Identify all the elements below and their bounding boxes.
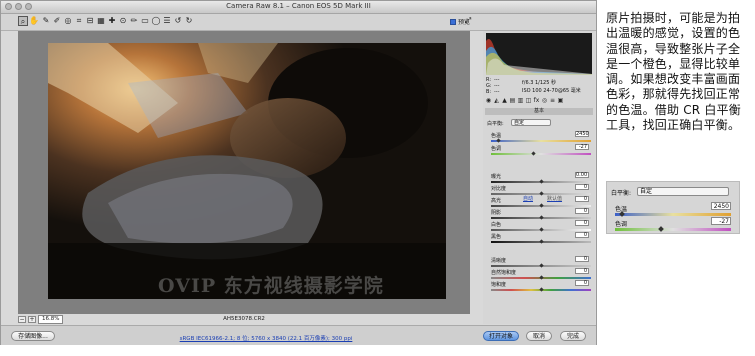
whites-label: 白色 [491,222,502,228]
inset-temperature-slider[interactable] [615,213,731,216]
checkbox-checked-icon [450,18,456,25]
saturation-label: 饱和度 [491,282,507,288]
exposure-field[interactable]: 0.00 [575,172,589,178]
highlights-label: 高光 [491,198,502,204]
basic-panel-icon[interactable]: ◉ [485,97,492,104]
clarity-field[interactable]: 0 [575,256,589,262]
watermark: OVIP 东方视线摄影学院 [158,275,384,297]
open-object-button[interactable]: 打开对象 [483,331,519,341]
temperature-slider[interactable] [491,140,591,142]
vibrance-label: 自然饱和度 [491,270,517,276]
white-balance-select[interactable]: 自定 [511,119,551,126]
rotate-right-icon[interactable]: ↻ [184,16,194,26]
contrast-label: 对比度 [491,186,507,192]
shadows-field[interactable]: 0 [575,208,589,214]
auto-link[interactable]: 自动 [523,195,533,202]
effects-icon[interactable]: fx [533,97,540,104]
color-sampler-icon[interactable]: ✐ [52,16,62,26]
hand-tool-icon[interactable]: ✋ [29,16,39,26]
detail-icon[interactable]: ▲ [501,97,508,104]
blacks-field[interactable]: 0 [575,232,589,238]
highlights-field[interactable]: 0 [575,196,589,202]
auto-default-links: 自动 默认值 [523,195,562,202]
rotate-left-icon[interactable]: ↺ [173,16,183,26]
tint-slider[interactable] [491,153,591,155]
crop-tool-icon[interactable]: ⌗ [74,16,84,26]
straighten-tool-icon[interactable]: ⊟ [85,16,95,26]
white-balance-inset: 白平衡: 自定 色温 2450 色调 -27 [606,181,740,234]
inset-white-balance-select[interactable]: 自定 [637,187,729,196]
adjustment-brush-icon[interactable]: ✏ [129,16,139,26]
default-link[interactable]: 默认值 [547,195,562,202]
inset-tint-field[interactable]: -27 [711,217,731,225]
workflow-options-link[interactable]: sRGB IEC61966-2.1; 8 位; 5760 x 3840 (22.… [151,334,381,342]
whites-field[interactable]: 0 [575,220,589,226]
inset-tint-label: 色调 [615,221,628,228]
histogram-graph [486,39,592,75]
aperture-shutter: f/6.3 1/125 秒 [522,80,556,86]
fullscreen-icon[interactable]: ⤢ [463,16,473,26]
save-image-button[interactable]: 存储图像... [11,331,55,341]
panel-tabs: ◉ ◭ ▲ ▤ ▥ ◫ fx ◎ ≡ ▣ [485,97,593,106]
bottom-bar: 存储图像... sRGB IEC61966-2.1; 8 位; 5760 x 3… [1,325,596,345]
iso-lens: ISO 100 24-70@65 毫米 [522,88,581,94]
done-button[interactable]: 完成 [560,331,586,341]
saturation-field[interactable]: 0 [575,280,589,286]
window-title: Camera Raw 8.1 – Canon EOS 5D Mark III [226,2,371,10]
transform-tool-icon[interactable]: ▦ [96,16,106,26]
temperature-label: 色温 [491,133,502,139]
right-panel: R: --- G: --- B: --- f/6.3 1/125 秒 ISO 1… [483,31,595,324]
clarity-label: 清晰度 [491,258,507,264]
exposure-label: 曝光 [491,174,502,180]
tint-label: 色调 [491,146,502,152]
radial-filter-icon[interactable]: ◯ [151,16,161,26]
target-adjust-icon[interactable]: ◎ [63,16,73,26]
lens-icon[interactable]: ◫ [525,97,532,104]
tint-field[interactable]: -27 [575,144,589,150]
inset-white-balance-label: 白平衡: [611,190,632,197]
article-text: 原片拍摄时，可能是为拍出温暖的感觉，设置的色温很高，导致整张片子全是一个橙色，显… [606,11,741,133]
snapshots-icon[interactable]: ▣ [557,97,564,104]
camera-calibration-icon[interactable]: ◎ [541,97,548,104]
basic-section-header: 基本 [485,108,593,115]
photo-preview: OVIP 东方视线摄影学院 [48,43,446,299]
shadows-label: 阴影 [491,210,502,216]
white-balance-label: 白平衡: [487,121,504,127]
rgb-label-b: B: [486,89,492,95]
spot-removal-icon[interactable]: ✚ [107,16,117,26]
filename: AH5E3078.CR2 [223,316,265,322]
red-eye-icon[interactable]: ⊙ [118,16,128,26]
split-toning-icon[interactable]: ▥ [517,97,524,104]
camera-raw-window: Camera Raw 8.1 – Canon EOS 5D Mark III ⌕… [0,0,597,345]
presets-icon[interactable]: ≡ [549,97,556,104]
graduated-filter-icon[interactable]: ▭ [140,16,150,26]
inset-tint-slider[interactable] [615,228,731,231]
title-bar: Camera Raw 8.1 – Canon EOS 5D Mark III [1,1,596,14]
temperature-field[interactable]: 2450 [575,131,589,137]
rgb-value-b: --- [494,89,500,95]
inset-temperature-field[interactable]: 2450 [711,202,731,210]
histogram [486,33,592,75]
vibrance-field[interactable]: 0 [575,268,589,274]
cancel-button[interactable]: 取消 [526,331,552,341]
zoom-tool-icon[interactable]: ⌕ [18,16,28,26]
blacks-label: 黑色 [491,234,502,240]
photo-image [48,43,446,299]
toolbar: ⌕ ✋ ✎ ✐ ◎ ⌗ ⊟ ▦ ✚ ⊙ ✏ ▭ ◯ ☰ ↺ ↻ 预览 ⤢ [1,14,596,31]
preferences-icon[interactable]: ☰ [162,16,172,26]
image-preview-area[interactable]: OVIP 东方视线摄影学院 [18,31,470,314]
contrast-field[interactable]: 0 [575,184,589,190]
tone-curve-icon[interactable]: ◭ [493,97,500,104]
white-balance-tool-icon[interactable]: ✎ [41,16,51,26]
hsl-icon[interactable]: ▤ [509,97,516,104]
